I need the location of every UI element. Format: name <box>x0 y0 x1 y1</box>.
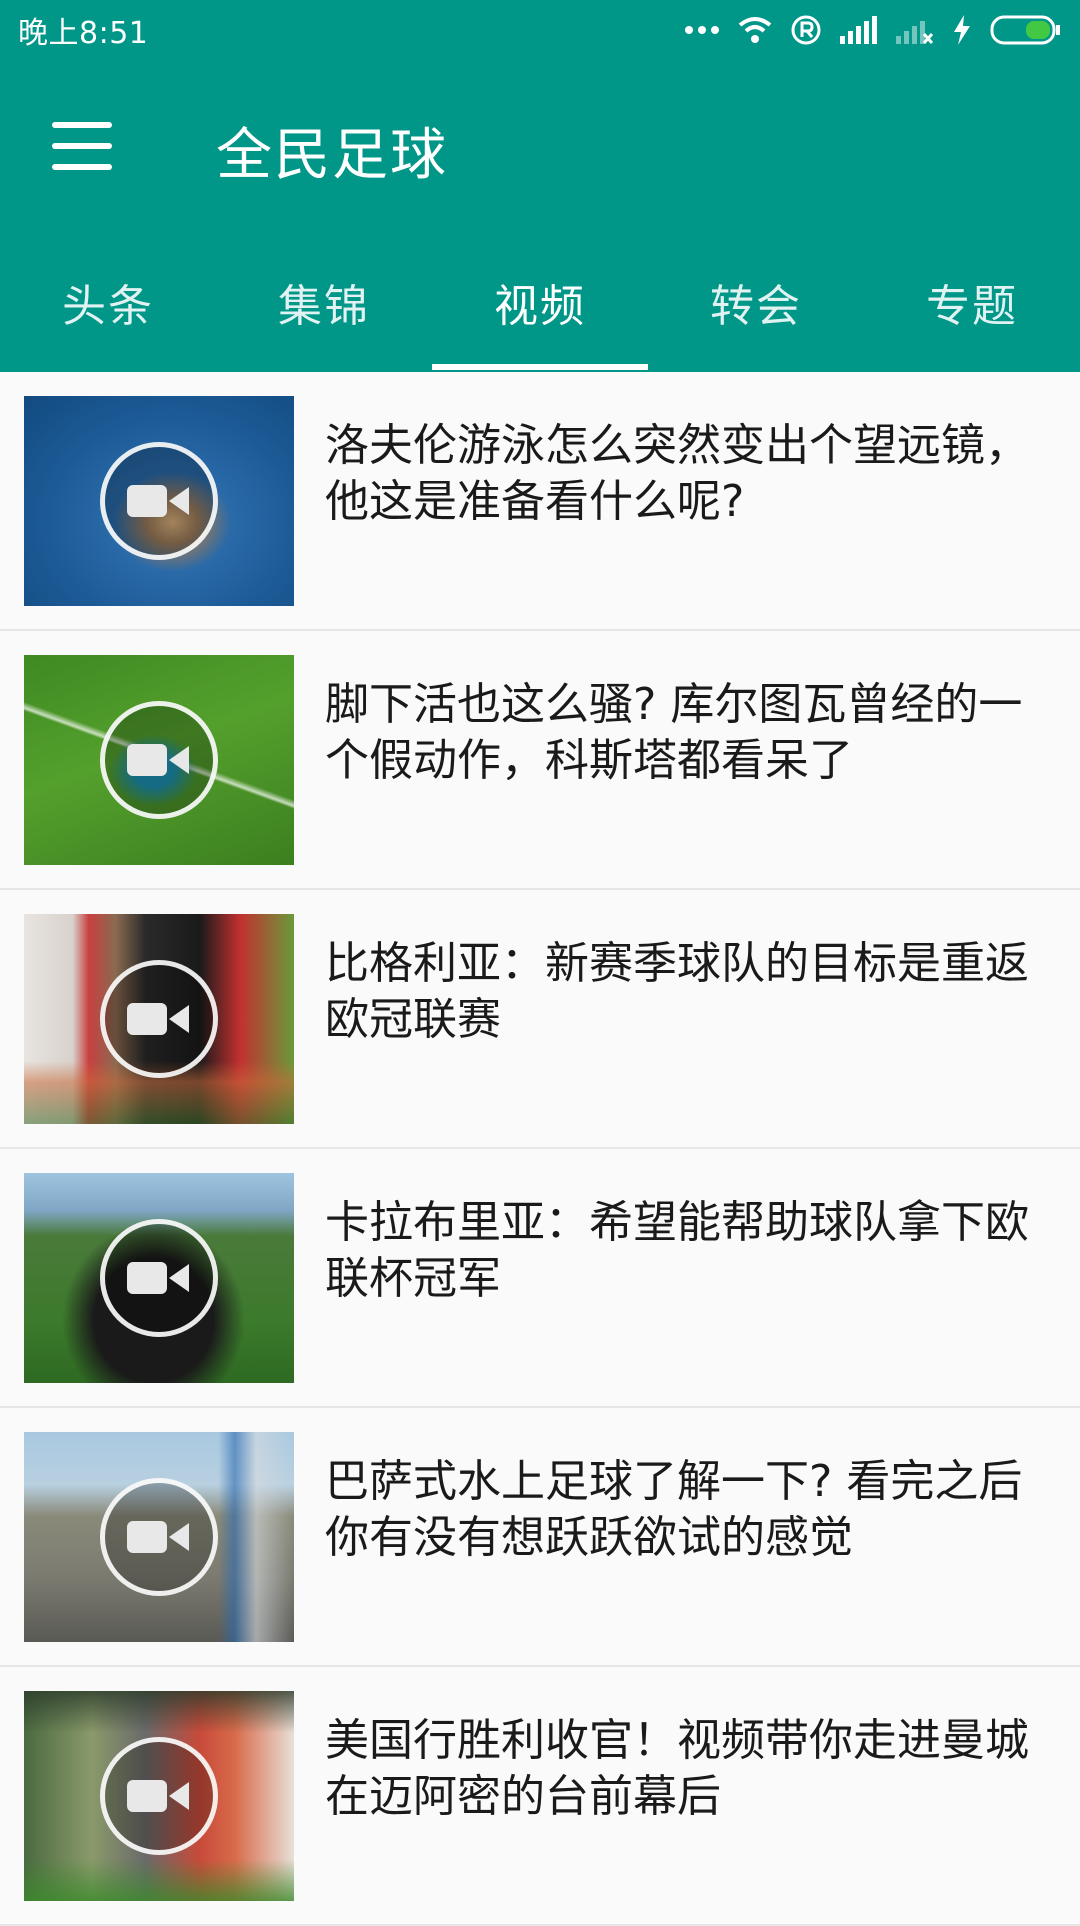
app-bar: 全民足球 <box>0 60 1080 232</box>
video-title[interactable]: 脚下活也这么骚? 库尔图瓦曾经的一个假动作，科斯塔都看呆了 <box>325 677 1045 789</box>
signal-no-sim-icon <box>896 21 934 44</box>
tab-topics[interactable]: 专题 <box>864 232 1080 372</box>
video-list-item[interactable]: 卡拉布里亚：希望能帮助球队拿下欧联杯冠军 <box>0 1149 1080 1408</box>
tab-videos[interactable]: 视频 <box>432 232 648 372</box>
menu-icon[interactable] <box>52 122 112 170</box>
tab-highlights[interactable]: 集锦 <box>216 232 432 372</box>
app-title: 全民足球 <box>216 123 448 188</box>
video-play-icon[interactable] <box>100 1219 218 1337</box>
tab-label: 集锦 <box>278 281 370 332</box>
video-title[interactable]: 比格利亚：新赛季球队的目标是重返欧冠联赛 <box>325 936 1045 1048</box>
tab-bar: 头条 集锦 视频 转会 专题 <box>0 232 1080 372</box>
tab-label: 视频 <box>494 281 586 332</box>
tab-label: 头条 <box>62 281 154 332</box>
video-thumbnail[interactable] <box>24 655 294 865</box>
video-title[interactable]: 洛夫伦游泳怎么突然变出个望远镜，他这是准备看什么呢? <box>325 418 1045 530</box>
tab-transfers[interactable]: 转会 <box>648 232 864 372</box>
battery-icon <box>990 15 1060 45</box>
video-list-item[interactable]: 脚下活也这么骚? 库尔图瓦曾经的一个假动作，科斯塔都看呆了 <box>0 631 1080 890</box>
registered-icon <box>791 15 821 45</box>
video-title[interactable]: 美国行胜利收官！视频带你走进曼城在迈阿密的台前幕后 <box>325 1713 1045 1825</box>
video-list: 洛夫伦游泳怎么突然变出个望远镜，他这是准备看什么呢? 脚下活也这么骚? 库尔图瓦… <box>0 372 1080 1926</box>
status-time: 晚上8:51 <box>18 16 149 51</box>
video-list-item[interactable]: 洛夫伦游泳怎么突然变出个望远镜，他这是准备看什么呢? <box>0 372 1080 631</box>
tab-label: 专题 <box>926 281 1018 332</box>
video-title[interactable]: 巴萨式水上足球了解一下? 看完之后你有没有想跃跃欲试的感觉 <box>325 1454 1045 1566</box>
more-dots-icon <box>685 26 719 34</box>
tab-headlines[interactable]: 头条 <box>0 232 216 372</box>
status-bar: 晚上8:51 <box>0 0 1080 60</box>
tab-indicator <box>432 364 648 370</box>
video-list-item[interactable]: 美国行胜利收官！视频带你走进曼城在迈阿密的台前幕后 <box>0 1667 1080 1926</box>
video-title[interactable]: 卡拉布里亚：希望能帮助球队拿下欧联杯冠军 <box>325 1195 1045 1307</box>
video-play-icon[interactable] <box>100 960 218 1078</box>
video-thumbnail[interactable] <box>24 1432 294 1642</box>
signal-icon <box>840 16 877 44</box>
tab-label: 转会 <box>710 281 802 332</box>
video-play-icon[interactable] <box>100 701 218 819</box>
video-thumbnail[interactable] <box>24 396 294 606</box>
video-play-icon[interactable] <box>100 1478 218 1596</box>
status-icons <box>684 14 1062 46</box>
video-thumbnail[interactable] <box>24 1691 294 1901</box>
wifi-icon <box>738 17 772 43</box>
charging-icon <box>954 15 970 45</box>
video-list-item[interactable]: 巴萨式水上足球了解一下? 看完之后你有没有想跃跃欲试的感觉 <box>0 1408 1080 1667</box>
video-play-icon[interactable] <box>100 1737 218 1855</box>
video-play-icon[interactable] <box>100 442 218 560</box>
video-thumbnail[interactable] <box>24 914 294 1124</box>
video-thumbnail[interactable] <box>24 1173 294 1383</box>
video-list-item[interactable]: 比格利亚：新赛季球队的目标是重返欧冠联赛 <box>0 890 1080 1149</box>
